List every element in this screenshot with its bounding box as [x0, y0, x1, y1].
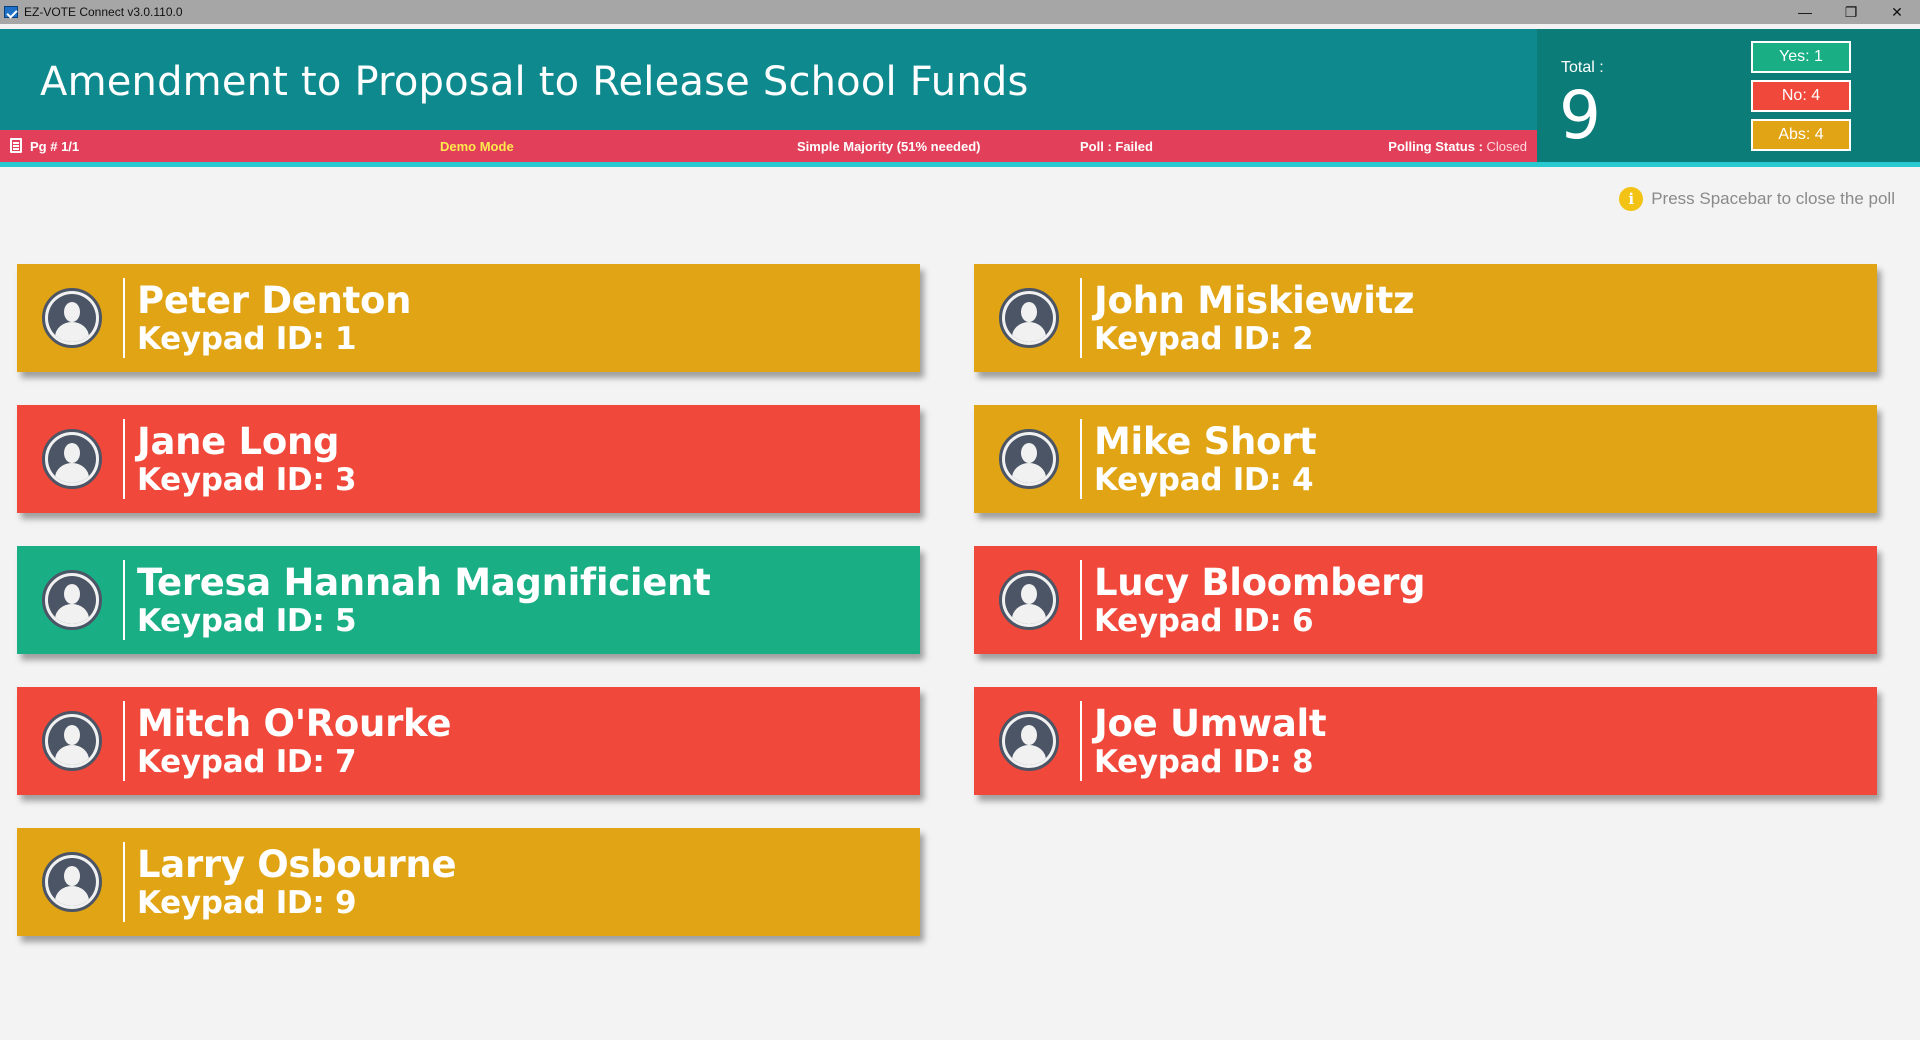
page-indicator: Pg # 1/1	[10, 138, 80, 154]
member-name: Mike Short	[1094, 420, 1317, 463]
poll-title: Amendment to Proposal to Release School …	[40, 59, 1029, 105]
member-name: Lucy Bloomberg	[1094, 561, 1426, 604]
card-divider	[123, 560, 125, 640]
card-divider	[1080, 278, 1082, 358]
window-title: EZ-VOTE Connect v3.0.110.0	[24, 5, 183, 19]
close-poll-hint: i Press Spacebar to close the poll	[1619, 187, 1895, 211]
totals-panel: Total : 9 Yes: 1 No: 4 Abs: 4	[1537, 29, 1920, 162]
member-keypad-id: Keypad ID: 3	[137, 462, 357, 498]
member-keypad-id: Keypad ID: 4	[1094, 462, 1314, 498]
polling-status: Polling Status : Closed	[1388, 139, 1527, 154]
header-accent-line	[0, 162, 1920, 167]
member-card[interactable]: Peter Denton Keypad ID: 1	[17, 264, 920, 372]
member-card[interactable]: Jane Long Keypad ID: 3	[17, 405, 920, 513]
member-card[interactable]: Teresa Hannah Magnificient Keypad ID: 5	[17, 546, 920, 654]
card-divider	[123, 842, 125, 922]
poll-result-value: Failed	[1115, 139, 1153, 154]
minimize-button[interactable]: —	[1782, 0, 1828, 24]
member-keypad-id: Keypad ID: 8	[1094, 744, 1314, 780]
card-divider	[1080, 419, 1082, 499]
avatar-icon	[999, 288, 1059, 348]
window-titlebar: EZ-VOTE Connect v3.0.110.0 — ❐ ✕	[0, 0, 1920, 24]
total-value: 9	[1559, 77, 1601, 154]
close-button[interactable]: ✕	[1874, 0, 1920, 24]
document-icon	[10, 138, 22, 153]
majority-rule-label: Simple Majority (51% needed)	[797, 139, 981, 154]
card-divider	[123, 419, 125, 499]
member-keypad-id: Keypad ID: 6	[1094, 603, 1314, 639]
card-divider	[123, 278, 125, 358]
poll-result: Poll : Failed	[1080, 139, 1153, 154]
avatar-icon	[42, 852, 102, 912]
card-divider	[123, 701, 125, 781]
member-name: Peter Denton	[137, 279, 412, 322]
polling-status-label: Polling Status :	[1388, 139, 1487, 154]
app-logo-icon	[4, 6, 18, 18]
status-bar: Pg # 1/1 Demo Mode Simple Majority (51% …	[0, 130, 1537, 162]
window-controls: — ❐ ✕	[1782, 0, 1920, 24]
member-card[interactable]: Lucy Bloomberg Keypad ID: 6	[974, 546, 1877, 654]
card-divider	[1080, 560, 1082, 640]
member-card[interactable]: Larry Osbourne Keypad ID: 9	[17, 828, 920, 936]
avatar-icon	[999, 711, 1059, 771]
member-keypad-id: Keypad ID: 9	[137, 885, 357, 921]
member-keypad-id: Keypad ID: 5	[137, 603, 357, 639]
member-name: Joe Umwalt	[1094, 702, 1327, 745]
avatar-icon	[999, 570, 1059, 630]
member-name: Jane Long	[137, 420, 340, 463]
card-divider	[1080, 701, 1082, 781]
total-label: Total :	[1561, 59, 1604, 76]
member-name: John Miskiewitz	[1094, 279, 1415, 322]
avatar-icon	[999, 429, 1059, 489]
page-number: Pg # 1/1	[30, 139, 80, 154]
demo-mode-label: Demo Mode	[440, 139, 514, 154]
member-card[interactable]: John Miskiewitz Keypad ID: 2	[974, 264, 1877, 372]
member-keypad-id: Keypad ID: 1	[137, 321, 357, 357]
member-card[interactable]: Mitch O'Rourke Keypad ID: 7	[17, 687, 920, 795]
member-card[interactable]: Joe Umwalt Keypad ID: 8	[974, 687, 1877, 795]
member-name: Mitch O'Rourke	[137, 702, 452, 745]
avatar-icon	[42, 711, 102, 771]
restore-button[interactable]: ❐	[1828, 0, 1874, 24]
avatar-icon	[42, 570, 102, 630]
member-card[interactable]: Mike Short Keypad ID: 4	[974, 405, 1877, 513]
avatar-icon	[42, 429, 102, 489]
poll-header: Amendment to Proposal to Release School …	[0, 29, 1537, 130]
poll-result-label: Poll :	[1080, 139, 1116, 154]
polling-status-value: Closed	[1486, 139, 1527, 154]
yes-count-badge: Yes: 1	[1751, 41, 1851, 73]
avatar-icon	[42, 288, 102, 348]
member-name: Teresa Hannah Magnificient	[137, 561, 711, 604]
info-icon: i	[1619, 187, 1644, 211]
abstain-count-badge: Abs: 4	[1751, 119, 1851, 151]
member-keypad-id: Keypad ID: 7	[137, 744, 357, 780]
member-name: Larry Osbourne	[137, 843, 457, 886]
no-count-badge: No: 4	[1751, 80, 1851, 112]
member-keypad-id: Keypad ID: 2	[1094, 321, 1314, 357]
hint-text: Press Spacebar to close the poll	[1651, 189, 1895, 208]
